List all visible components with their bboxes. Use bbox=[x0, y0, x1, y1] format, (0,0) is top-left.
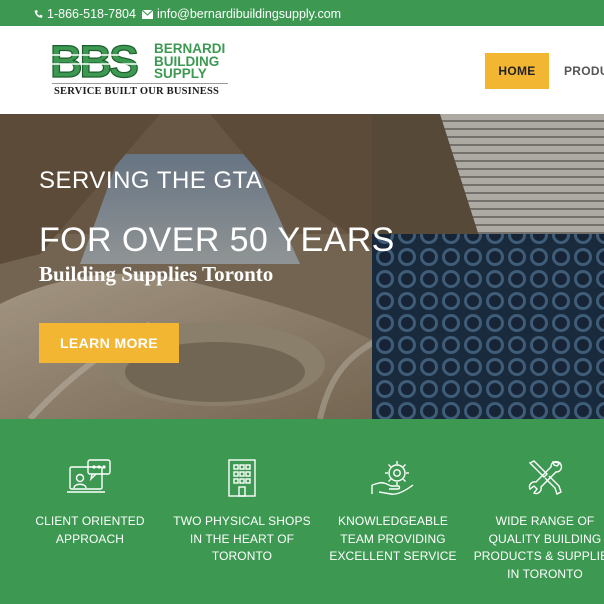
gear-hand-icon bbox=[371, 461, 414, 495]
feature-line: APPROACH bbox=[55, 531, 125, 546]
feature-line: IN TORONTO bbox=[507, 566, 583, 581]
logo-tagline: SERVICE BUILT OUR BUSINESS bbox=[54, 86, 220, 97]
nav-products[interactable]: PRODU bbox=[564, 64, 604, 78]
logo-divider bbox=[52, 83, 228, 84]
feature-text: TWO PHYSICAL SHOPS IN THE HEART OF TORON… bbox=[167, 513, 317, 566]
bbs-logo-mark: BBS bbox=[50, 40, 150, 82]
logo-initials: BBS bbox=[50, 40, 138, 82]
tools-icon bbox=[528, 460, 563, 495]
hero-banner: SERVING THE GTA FOR OVER 50 YEARS Buildi… bbox=[0, 114, 604, 419]
customer-chat-icon bbox=[67, 459, 111, 493]
feature-line: TEAM PROVIDING bbox=[340, 531, 446, 546]
building-icon bbox=[228, 459, 256, 497]
hero-heading-large: FOR OVER 50 YEARS bbox=[39, 221, 395, 259]
email-contact[interactable]: info@bernardibuildingsupply.com bbox=[142, 7, 341, 21]
site-header: BBS BERNARDI BUILDING SUPPLY SERVICE BUI… bbox=[0, 26, 604, 114]
nav-home[interactable]: HOME bbox=[485, 53, 549, 89]
feature-line: TWO PHYSICAL SHOPS bbox=[173, 514, 311, 528]
envelope-icon bbox=[142, 9, 153, 19]
feature-line: EXCELLENT SERVICE bbox=[329, 549, 457, 563]
features-strip: CLIENT ORIENTED APPROACH TWO PHYSICAL SH… bbox=[0, 419, 604, 604]
feature-line: CLIENT ORIENTED bbox=[35, 514, 145, 528]
feature-line: TORONTO bbox=[211, 549, 273, 563]
feature-line: WIDE RANGE OF bbox=[495, 514, 595, 528]
logo-name-line: SUPPLY bbox=[154, 66, 207, 81]
phone-number[interactable]: 1-866-518-7804 bbox=[47, 7, 136, 21]
phone-icon bbox=[34, 10, 43, 18]
hero-subheading: Building Supplies Toronto bbox=[39, 262, 274, 286]
feature-text: KNOWLEDGEABLE TEAM PROVIDING EXCELLENT S… bbox=[318, 513, 468, 566]
feature-line: QUALITY BUILDING bbox=[488, 531, 602, 546]
feature-line: PRODUCTS & SUPPLIES bbox=[473, 549, 604, 563]
learn-more-button[interactable]: LEARN MORE bbox=[39, 323, 179, 363]
feature-text: CLIENT ORIENTED APPROACH bbox=[15, 513, 165, 548]
feature-line: KNOWLEDGEABLE bbox=[338, 514, 448, 528]
top-contact-bar: 1-866-518-7804 info@bernardibuildingsupp… bbox=[0, 0, 604, 26]
logo-company-name: BERNARDI BUILDING SUPPLY bbox=[154, 42, 225, 81]
feature-text: WIDE RANGE OF QUALITY BUILDING PRODUCTS … bbox=[470, 513, 604, 583]
site-logo[interactable]: BBS BERNARDI BUILDING SUPPLY SERVICE BUI… bbox=[50, 40, 230, 100]
phone-contact[interactable]: 1-866-518-7804 bbox=[34, 7, 136, 21]
hero-heading-small: SERVING THE GTA bbox=[39, 167, 263, 194]
feature-line: IN THE HEART OF bbox=[189, 531, 295, 546]
email-address[interactable]: info@bernardibuildingsupply.com bbox=[157, 7, 341, 21]
